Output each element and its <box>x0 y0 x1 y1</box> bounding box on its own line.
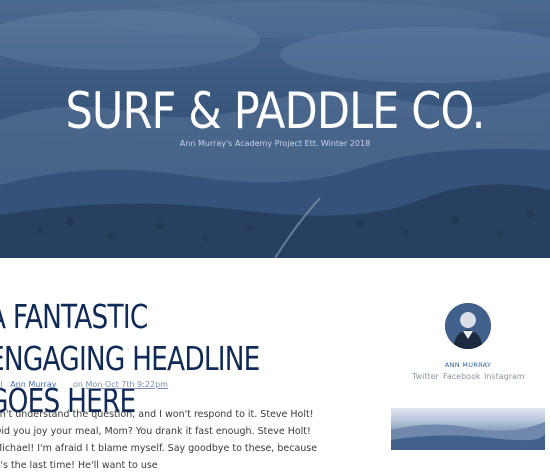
date-prefix: on <box>73 380 83 389</box>
sidebar-landscape-image <box>391 422 545 450</box>
sidebar-image[interactable] <box>391 408 545 450</box>
avatar[interactable] <box>445 303 491 349</box>
author-photo <box>445 303 491 349</box>
article-body: on't understand the question, and I won'… <box>0 409 318 471</box>
site-title: SURF & PADDLE CO. <box>65 82 485 140</box>
hero-banner: SURF & PADDLE CO. Ann Murray's Academy P… <box>0 0 550 258</box>
article-meta: | Ann Murray on Mon Oct 7th 9:22pm <box>0 380 168 389</box>
article-headline[interactable]: A FANTASTIC ENGAGING HEADLINE GOES HERE <box>0 296 284 422</box>
sidebar-author-name[interactable]: ANN MURRAY <box>410 361 526 369</box>
meta-divider: | <box>0 380 3 389</box>
post-date-link[interactable]: Mon Oct 7th 9:22pm <box>86 380 168 389</box>
twitter-link[interactable]: Twitter <box>412 372 439 381</box>
instagram-link[interactable]: Instagram <box>484 372 525 381</box>
site-subtitle: Ann Murray's Academy Project Ett. Winter… <box>179 139 371 148</box>
facebook-link[interactable]: Facebook <box>443 372 481 381</box>
author-link[interactable]: Ann Murray <box>10 380 56 389</box>
